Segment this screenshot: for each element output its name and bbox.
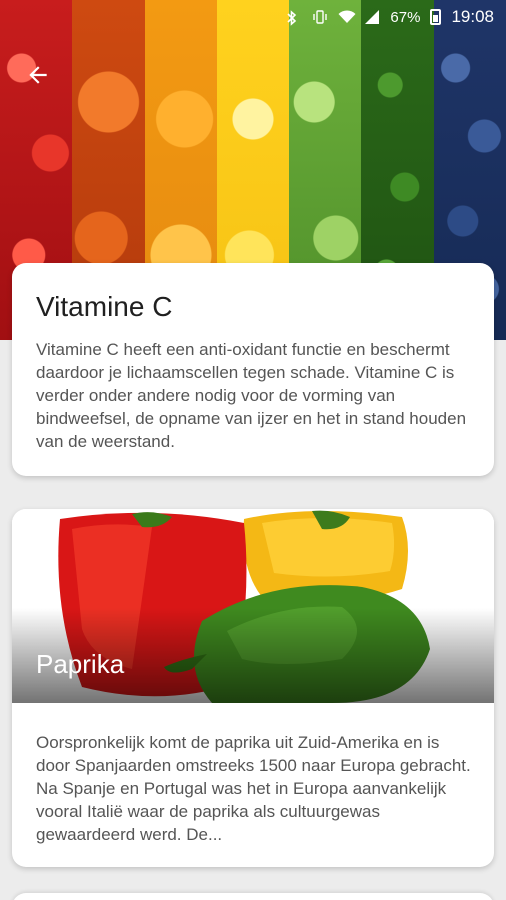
arrow-back-icon bbox=[29, 66, 47, 84]
back-button[interactable] bbox=[18, 55, 58, 95]
vitamin-title: Vitamine C bbox=[36, 291, 173, 322]
signal-icon bbox=[364, 10, 380, 24]
paprika-image: Paprika bbox=[12, 509, 494, 703]
vitamin-info-card: Vitamine C Vitamine C heeft een anti-oxi… bbox=[12, 263, 494, 476]
next-food-card[interactable] bbox=[12, 893, 494, 900]
wifi-icon bbox=[338, 10, 356, 24]
status-bar: 67% 19:08 bbox=[0, 0, 506, 34]
paprika-title: Paprika bbox=[36, 649, 125, 679]
paprika-description: Oorspronkelijk komt de paprika uit Zuid-… bbox=[36, 733, 471, 844]
screen: 67% 19:08 Vitamine C Vitamine C heeft ee… bbox=[0, 0, 506, 900]
battery-icon bbox=[430, 9, 442, 25]
vitamin-description: Vitamine C heeft een anti-oxidant functi… bbox=[36, 340, 467, 451]
battery-percent: 67% bbox=[390, 8, 421, 26]
bluetooth-icon bbox=[286, 10, 302, 26]
food-card-paprika[interactable]: Paprika Oorspronkelijk komt de paprika u… bbox=[12, 509, 494, 867]
vibrate-icon bbox=[312, 10, 328, 24]
clock: 19:08 bbox=[451, 7, 494, 26]
